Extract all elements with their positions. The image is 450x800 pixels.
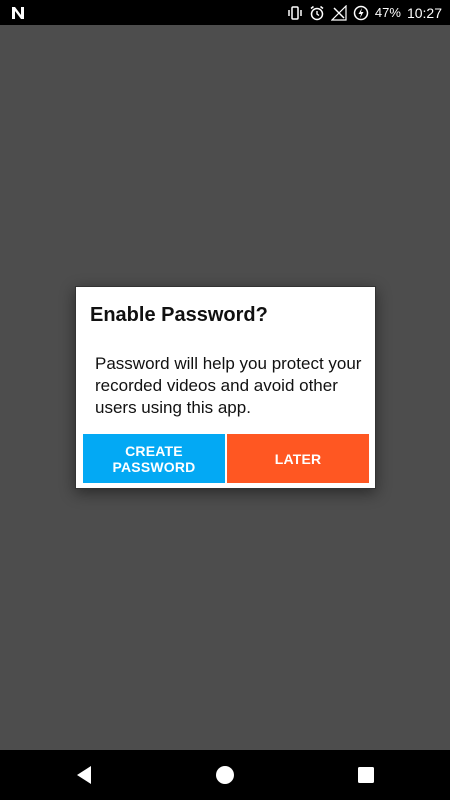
battery-percent: 47% [374, 5, 401, 20]
later-button[interactable]: LATER [227, 434, 369, 483]
dialog-buttons: CREATE PASSWORD LATER [83, 434, 369, 483]
create-password-button[interactable]: CREATE PASSWORD [83, 434, 225, 483]
no-signal-icon [330, 4, 347, 21]
recents-icon[interactable] [354, 763, 378, 787]
home-icon[interactable] [213, 763, 237, 787]
back-icon[interactable] [72, 763, 96, 787]
clock: 10:27 [406, 4, 442, 21]
alarm-icon [309, 5, 325, 21]
status-bar: 47% 10:27 [0, 0, 450, 25]
n-logo-icon [10, 5, 26, 21]
status-right: 47% 10:27 [287, 4, 442, 21]
status-left [10, 5, 26, 21]
enable-password-dialog: Enable Password? Password will help you … [75, 286, 376, 489]
battery-charging-icon [353, 5, 369, 21]
vibrate-icon [287, 5, 303, 21]
dialog-message: Password will help you protect your reco… [95, 354, 362, 417]
dialog-title: Enable Password? [90, 304, 268, 326]
navigation-bar [0, 750, 450, 800]
